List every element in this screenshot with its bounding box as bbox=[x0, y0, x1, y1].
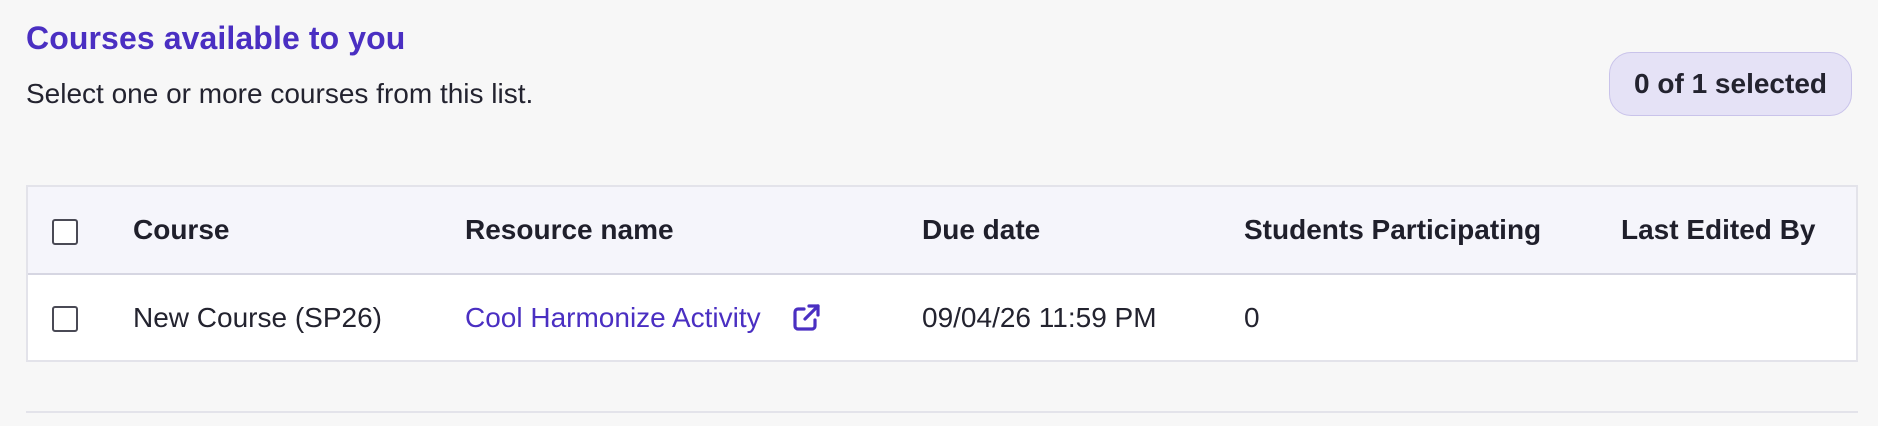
due-date-cell: 09/04/26 11:59 PM bbox=[922, 301, 1157, 333]
students-participating-cell: 0 bbox=[1244, 301, 1260, 333]
table-row: New Course (SP26) Cool Harmonize Activit… bbox=[28, 274, 1856, 360]
page-subtitle: Select one or more courses from this lis… bbox=[26, 78, 534, 109]
course-cell: New Course (SP26) bbox=[133, 301, 382, 333]
resource-name-link[interactable]: Cool Harmonize Activity bbox=[465, 302, 761, 334]
table-header-row: Course Resource name Due date Students P… bbox=[28, 187, 1856, 274]
selection-count-badge: 0 of 1 selected bbox=[1609, 52, 1852, 116]
row-select-cell bbox=[28, 274, 133, 360]
select-all-cell bbox=[28, 187, 133, 274]
courses-table-container: Course Resource name Due date Students P… bbox=[26, 185, 1858, 362]
last-edited-by-cell bbox=[1621, 274, 1856, 360]
column-header-last-edited-by: Last Edited By bbox=[1621, 214, 1816, 245]
page-title: Courses available to you bbox=[26, 20, 406, 56]
external-link-icon[interactable] bbox=[791, 303, 821, 333]
courses-table: Course Resource name Due date Students P… bbox=[28, 187, 1856, 360]
row-select-checkbox[interactable] bbox=[52, 306, 78, 333]
column-header-students-participating: Students Participating bbox=[1244, 214, 1542, 245]
column-header-resource-name: Resource name bbox=[465, 214, 674, 245]
courses-header: Courses available to you Select one or m… bbox=[26, 16, 1852, 126]
section-divider bbox=[26, 411, 1858, 413]
column-header-due-date: Due date bbox=[922, 214, 1041, 245]
select-all-checkbox[interactable] bbox=[52, 218, 78, 245]
resource-name-cell: Cool Harmonize Activity bbox=[465, 274, 922, 360]
column-header-course: Course bbox=[133, 214, 230, 245]
